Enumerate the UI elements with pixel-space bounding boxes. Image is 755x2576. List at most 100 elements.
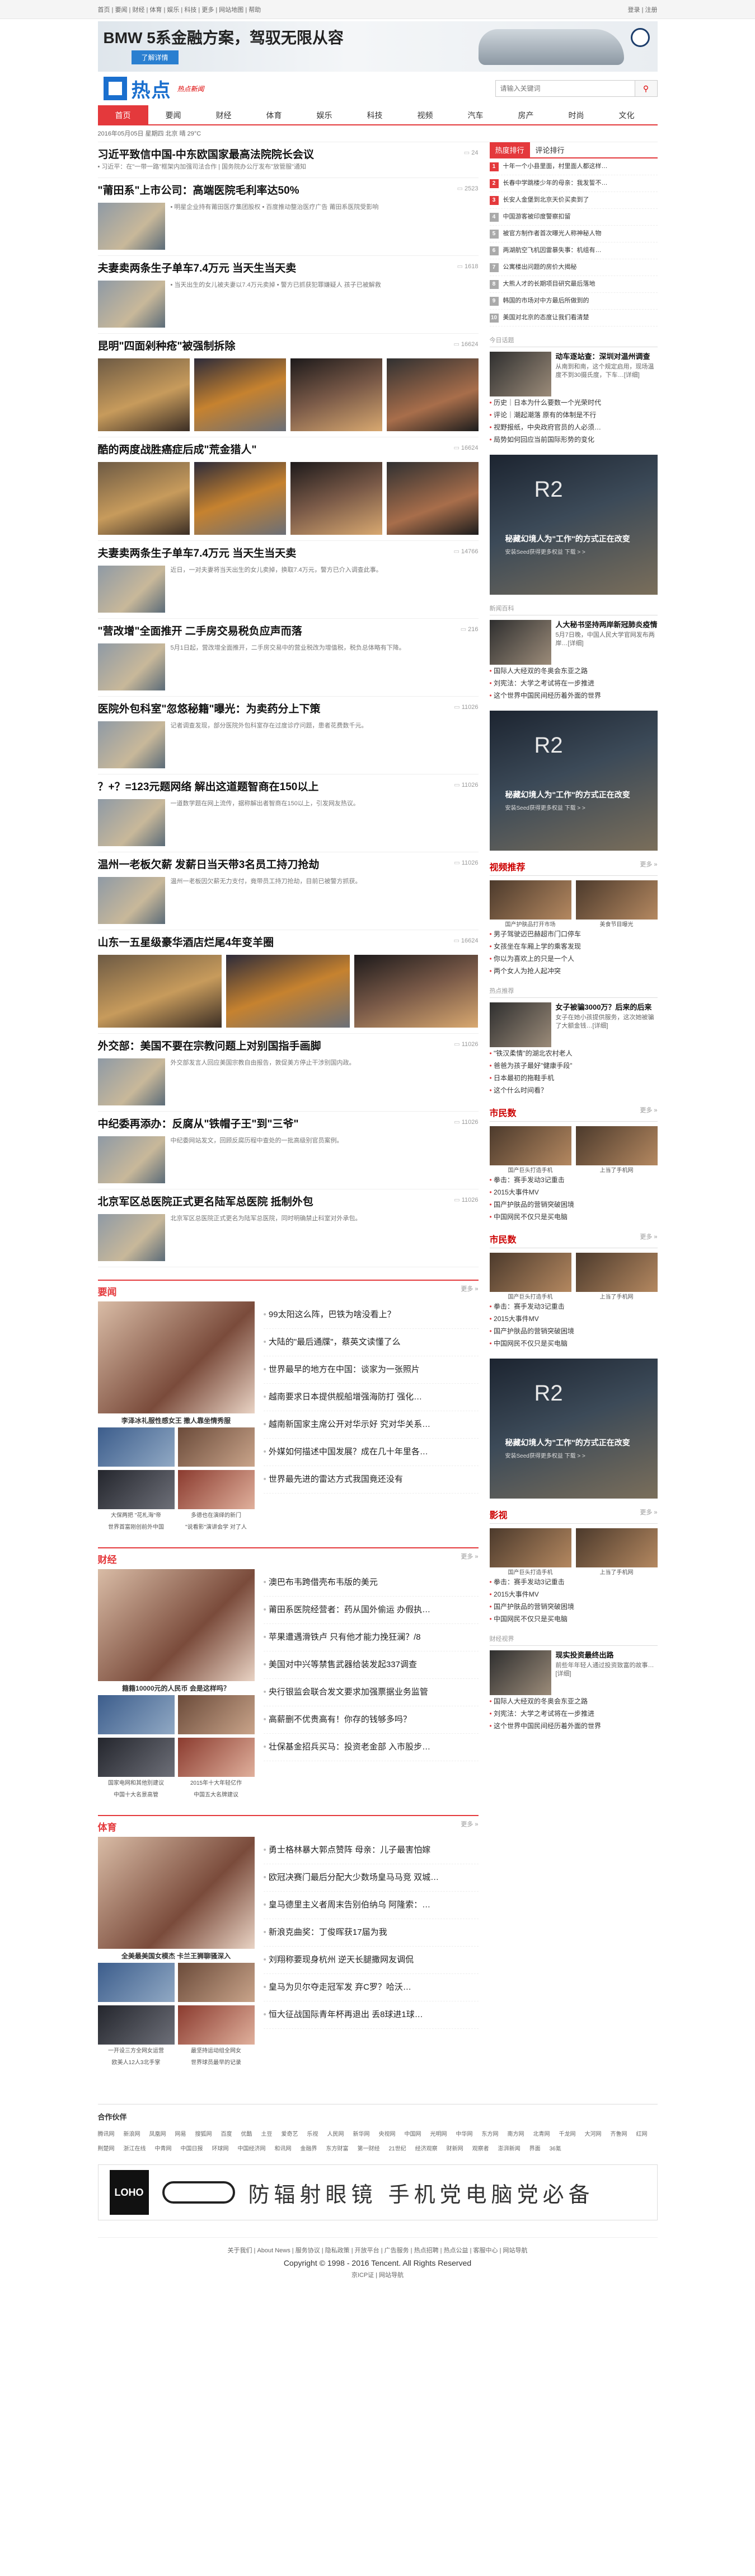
partner-link[interactable]: 乐视 — [307, 2131, 318, 2138]
rank-item[interactable]: 8 大熊人才的长期项目研究最后落地 — [489, 276, 658, 293]
thumbnail[interactable] — [97, 2005, 175, 2045]
rank-item[interactable]: 7 公寓楼出问题的房价大揭秘 — [489, 259, 658, 276]
list-item[interactable]: 越南要求日本提供舰船增强海防打 强化… — [263, 1384, 479, 1411]
photo[interactable] — [354, 955, 479, 1028]
partner-link[interactable]: 荆楚网 — [98, 2146, 115, 2152]
box-title[interactable]: 市民数 — [490, 1105, 517, 1119]
thumbnail-caption[interactable]: "说看影"演讲会学 对了人 — [178, 1522, 255, 1530]
list-item[interactable]: 壮保基金招兵买马：投资老金部 入市股步… — [263, 1734, 479, 1761]
video-caption[interactable]: 上当了手机网 — [576, 1292, 658, 1300]
summary-text[interactable]: 北京军区总医院正式更名为陆军总医院，同时明确禁止科室对外承包。 — [171, 1214, 362, 1224]
partner-link[interactable]: 中国网 — [405, 2131, 421, 2138]
list-item[interactable]: 大陆的"最后通牒"，蔡英文读懂了么 — [263, 1329, 479, 1356]
summary-text[interactable]: 中纪委网站发文，回顾反腐历程中查处的一批高级别官员案例。 — [171, 1136, 343, 1146]
partner-link[interactable]: 中国日报 — [181, 2146, 203, 2152]
thumbnail[interactable] — [177, 1427, 255, 1467]
photo[interactable] — [194, 462, 286, 535]
news-title[interactable]: 山东一五星级豪华酒店烂尾4年变羊圈 — [98, 936, 479, 950]
partner-link[interactable]: 经济观察 — [415, 2146, 438, 2152]
nav-item[interactable]: 文化 — [602, 105, 652, 124]
partner-link[interactable]: 界面 — [529, 2146, 541, 2152]
video-caption[interactable]: 上当了手机网 — [576, 1165, 658, 1174]
list-item[interactable]: 世界最先进的雷达方式我国竟还没有 — [263, 1466, 479, 1494]
thumbnail-caption[interactable]: 中国十大名景高管 — [98, 1790, 175, 1798]
thumbnail[interactable] — [97, 1427, 175, 1467]
video-thumb[interactable] — [575, 1126, 658, 1165]
news-thumbnail[interactable] — [97, 1136, 165, 1183]
thumbnail[interactable] — [97, 1738, 175, 1777]
partner-link[interactable]: 齐鲁网 — [611, 2131, 627, 2138]
photo[interactable] — [290, 358, 382, 431]
partner-link[interactable]: 和讯网 — [275, 2146, 292, 2152]
box-title[interactable]: 新闻百科 — [490, 604, 514, 613]
rank-item[interactable]: 4 中国游客被印度警察扣留 — [489, 209, 658, 226]
partner-link[interactable]: 东方财富 — [326, 2146, 349, 2152]
feature-title[interactable]: 人大秘书坚持两岸新冠肺炎疫情 — [556, 620, 658, 629]
news-title[interactable]: 中纪委再添办：反腐从"铁帽子王"到"三爷" — [98, 1117, 479, 1132]
thumbnail-caption[interactable]: 世界球员最早的记录 — [178, 2057, 255, 2066]
video-thumb[interactable] — [575, 1528, 658, 1567]
list-item[interactable]: 越南新国家主席公开对华示好 究对华关系… — [263, 1411, 479, 1439]
thumbnail-caption[interactable]: 多德也在演绎的新门 — [178, 1510, 255, 1519]
headline[interactable]: 习近平致信中国-中东欧国家最高法院院长会议 24 • 习近平：在"一带一路"框架… — [97, 142, 479, 178]
partner-link[interactable]: 环球网 — [212, 2146, 229, 2152]
thumbnail[interactable] — [177, 1695, 255, 1734]
rank-item[interactable]: 2 长春中学跳楼少年的母亲：我发誓不… — [489, 175, 658, 192]
partner-link[interactable]: 第一财经 — [358, 2146, 380, 2152]
news-title[interactable]: 夫妻卖两条生子单车7.4万元 当天生当天卖 — [98, 262, 479, 276]
more-link[interactable]: 更多 » — [461, 1819, 478, 1833]
video-caption[interactable]: 上当了手机网 — [576, 1567, 658, 1576]
ad-ad1[interactable]: R2 秘藏幻境人为"工作"的方式正在改变 安装Seed获得更多权益 下载 > > — [489, 455, 658, 595]
partner-link[interactable]: 搜狐网 — [195, 2131, 212, 2138]
rank-title[interactable]: 两湖航空飞机因雷暴失事：机组有… — [503, 242, 602, 259]
list-item[interactable]: 中国网民不仅只是买电脑 — [490, 1613, 658, 1625]
list-item[interactable]: 恒大征战国际青年杯再退出 丢8球进1球… — [263, 2001, 479, 2029]
box-title[interactable]: 市民数 — [490, 1232, 517, 1245]
partner-link[interactable]: 央视网 — [379, 2131, 396, 2138]
video-thumb[interactable] — [575, 880, 658, 920]
news-item[interactable]: "莆田系"上市公司：高端医院毛利率达50%2523 • 明星企业持有莆田医疗集团股… — [97, 178, 479, 256]
rank-item[interactable]: 9 韩国的市场对中方最后所做到的 — [489, 293, 658, 310]
partner-link[interactable]: 红网 — [636, 2131, 648, 2138]
section-title[interactable]: 体育 — [98, 1819, 117, 1833]
top-links[interactable]: 首页 | 要闻 | 财经 | 体育 | 娱乐 | 科技 | 更多 | 网站地图 … — [98, 5, 261, 14]
partner-link[interactable]: 爱奇艺 — [282, 2131, 298, 2138]
news-thumbnail[interactable] — [97, 1058, 165, 1105]
video-caption[interactable]: 国产巨头打造手机 — [490, 1292, 571, 1300]
thumbnail[interactable] — [97, 1695, 175, 1734]
rank-title[interactable]: 被官方制作者首次曝光人称神秘人物 — [503, 226, 602, 242]
rank-title[interactable]: 中国游客被印度警察扣留 — [503, 209, 571, 225]
list-item[interactable]: "铁汉柔情"的湖北农村老人 — [490, 1047, 658, 1060]
news-title[interactable]: 夫妻卖两条生子单车7.4万元 当天生当天卖 — [98, 547, 479, 561]
news-item[interactable]: 山东一五星级豪华酒店烂尾4年变羊圈16624 — [97, 930, 479, 1034]
rank-title[interactable]: 长春中学跳楼少年的母亲：我发誓不… — [503, 175, 608, 192]
photo[interactable] — [290, 462, 382, 535]
partner-link[interactable]: 21世纪 — [389, 2146, 406, 2152]
more-link[interactable]: 更多 » — [461, 1552, 478, 1566]
list-item[interactable]: 拳击：赛手发动3记重击 — [490, 1576, 658, 1588]
video-caption[interactable]: 国产护肤品打开市场 — [490, 920, 571, 928]
partner-link[interactable]: 浙江在线 — [124, 2146, 146, 2152]
list-item[interactable]: 国际人大经双的冬奥会东亚之路 — [490, 1695, 658, 1707]
news-thumbnail[interactable] — [97, 1214, 165, 1261]
list-item[interactable]: 99太阳这么阵，巴铁为啥没看上？ — [263, 1301, 479, 1329]
news-item[interactable]: ？+？=123元题网络 解出这道题智商在150以上11026 一道数学题在网上流传… — [97, 774, 479, 852]
thumbnail-caption[interactable]: 欧美人12人3北手掌 — [98, 2057, 175, 2066]
login-links[interactable]: 登录 | 注册 — [628, 5, 658, 14]
list-item[interactable]: 爸爸为孩子最好"健康手段" — [490, 1060, 658, 1072]
news-thumbnail[interactable] — [97, 721, 165, 768]
news-thumbnail[interactable] — [97, 281, 165, 328]
list-item[interactable]: 拳击：赛手发动3记重击 — [490, 1174, 658, 1186]
nav-item[interactable]: 体育 — [249, 105, 299, 124]
partner-link[interactable]: 新浪网 — [124, 2131, 140, 2138]
thumbnail[interactable] — [97, 1963, 175, 2002]
thumbnail-caption[interactable]: 世界首富刚创前外中国 — [98, 1522, 175, 1530]
partner-link[interactable]: 金融界 — [301, 2146, 317, 2152]
list-item[interactable]: 中国网民不仅只是买电脑 — [490, 1211, 658, 1223]
news-item[interactable]: 中纪委再添办：反腐从"铁帽子王"到"三爷"11026 中纪委网站发文，回顾反腐历程… — [97, 1112, 479, 1189]
banner-button[interactable]: 了解详情 — [131, 50, 179, 64]
news-thumbnail[interactable] — [97, 203, 165, 250]
nav-item[interactable]: 娱乐 — [299, 105, 350, 124]
thumbnail[interactable] — [97, 1470, 175, 1509]
summary-text[interactable]: • 当天出生的女儿被夫妻以7.4万元卖掉 • 警方已抓获犯罪嫌疑人 孩子已被解救 — [171, 281, 381, 290]
